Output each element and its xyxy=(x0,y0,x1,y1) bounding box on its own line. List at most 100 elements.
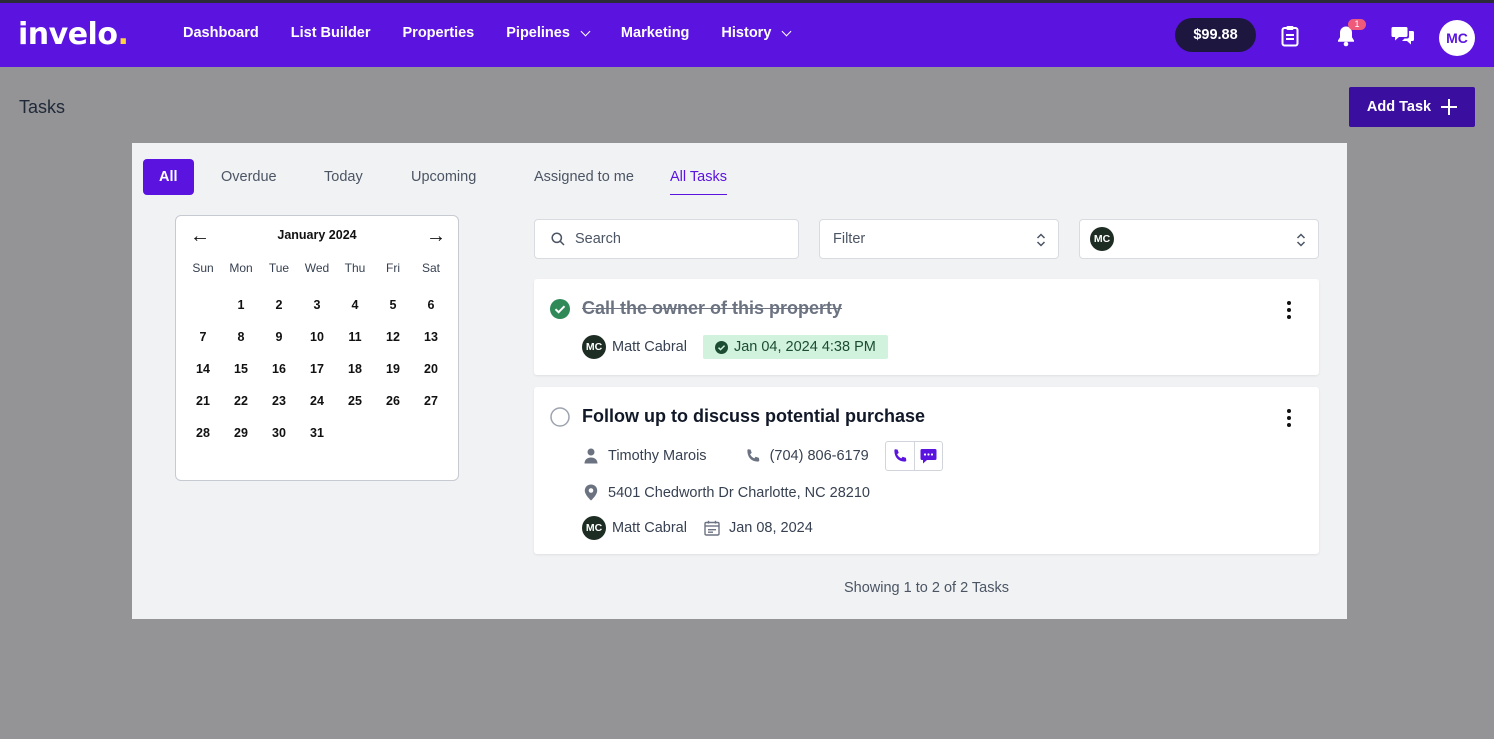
pagination-summary: Showing 1 to 2 of 2 Tasks xyxy=(844,580,1009,596)
task-meta-row: MC Matt Cabral Jan 08, 2024 xyxy=(582,516,813,540)
arrow-right-icon[interactable]: → xyxy=(426,224,446,248)
contact-row: Timothy Marois (704) 806-6179 xyxy=(582,441,943,471)
calendar-day[interactable]: 8 xyxy=(222,324,260,356)
nav-pipelines[interactable]: Pipelines xyxy=(506,25,591,41)
calendar-day[interactable]: 23 xyxy=(260,388,298,420)
assignee-name: Matt Cabral xyxy=(612,339,687,355)
completed-date-badge: Jan 04, 2024 4:38 PM xyxy=(702,335,888,359)
contact-phone[interactable]: (704) 806-6179 xyxy=(770,448,869,464)
calendar-day[interactable]: 20 xyxy=(412,356,450,388)
nav-label: Dashboard xyxy=(183,25,259,41)
check-circle-icon xyxy=(714,340,728,354)
assignee-select[interactable]: MC xyxy=(1079,219,1319,259)
calendar-day[interactable]: 16 xyxy=(260,356,298,388)
account-balance-button[interactable]: $99.88 xyxy=(1175,18,1256,52)
calendar-day[interactable]: 19 xyxy=(374,356,412,388)
clipboard-icon[interactable] xyxy=(1279,25,1301,47)
calendar-day[interactable]: 12 xyxy=(374,324,412,356)
add-task-button[interactable]: Add Task xyxy=(1349,87,1475,127)
phone-icon xyxy=(894,449,907,462)
calendar-day[interactable]: 29 xyxy=(222,420,260,452)
message-icon xyxy=(920,449,937,464)
calendar-day[interactable]: 27 xyxy=(412,388,450,420)
contact-actions xyxy=(884,441,943,471)
calendar-grid: Sun Mon Tue Wed Thu Fri Sat 1 2 3 4 5 6 7 8 9 10 11 12 13 14… xyxy=(184,260,450,452)
nav-label: Pipelines xyxy=(506,25,570,41)
calendar-empty-cell xyxy=(184,292,222,324)
weekday-label: Wed xyxy=(304,261,330,275)
property-address[interactable]: 5401 Chedworth Dr Charlotte, NC 28210 xyxy=(608,485,870,501)
call-button[interactable] xyxy=(886,442,914,470)
calendar-day[interactable]: 26 xyxy=(374,388,412,420)
nav-properties[interactable]: Properties xyxy=(403,25,475,41)
nav-label: History xyxy=(721,25,772,41)
calendar-day[interactable]: 17 xyxy=(298,356,336,388)
weekday-label: Tue xyxy=(268,261,290,275)
calendar-day[interactable]: 7 xyxy=(184,324,222,356)
address-row: 5401 Chedworth Dr Charlotte, NC 28210 xyxy=(582,484,870,501)
empty-circle-icon[interactable] xyxy=(550,407,570,432)
filter-select[interactable]: Filter xyxy=(819,219,1059,259)
calendar-day[interactable]: 24 xyxy=(298,388,336,420)
more-options-icon[interactable] xyxy=(1286,301,1292,319)
calendar-day[interactable]: 28 xyxy=(184,420,222,452)
page-title: Tasks xyxy=(19,97,66,117)
due-date: Jan 08, 2024 xyxy=(728,520,813,536)
tab-overdue[interactable]: Overdue xyxy=(221,159,277,195)
calendar-day[interactable]: 25 xyxy=(336,388,374,420)
calendar-day[interactable]: 2 xyxy=(260,292,298,324)
calendar-day[interactable]: 10 xyxy=(298,324,336,356)
nav-list-builder[interactable]: List Builder xyxy=(291,25,371,41)
task-title[interactable]: Follow up to discuss potential purchase xyxy=(582,406,925,427)
assignee-avatar: MC xyxy=(582,516,606,540)
weekday-label: Thu xyxy=(344,261,366,275)
tab-all[interactable]: All xyxy=(143,159,194,195)
chat-icon[interactable] xyxy=(1391,25,1415,47)
task-meta-row: MC Matt Cabral Jan 04, 2024 4:38 PM xyxy=(582,335,888,359)
nav-marketing[interactable]: Marketing xyxy=(621,25,690,41)
nav-label: List Builder xyxy=(290,25,371,41)
calendar-day[interactable]: 1 xyxy=(222,292,260,324)
main-nav: Dashboard List Builder Properties Pipeli… xyxy=(183,25,822,41)
nav-history[interactable]: History xyxy=(721,25,792,41)
filter-label: Filter xyxy=(833,231,866,247)
nav-label: Marketing xyxy=(620,25,690,41)
calendar-day[interactable]: 11 xyxy=(336,324,374,356)
notification-count-badge: 1 xyxy=(1348,19,1366,30)
tab-today[interactable]: Today xyxy=(324,159,363,195)
task-title[interactable]: Call the owner of this property xyxy=(582,298,842,319)
assignee-name: Matt Cabral xyxy=(612,520,687,536)
weekday-label: Mon xyxy=(229,261,253,275)
check-circle-icon[interactable] xyxy=(550,299,570,324)
more-options-icon[interactable] xyxy=(1286,409,1292,427)
tab-assigned-to-me[interactable]: Assigned to me xyxy=(534,159,634,195)
calendar-day[interactable]: 18 xyxy=(336,356,374,388)
contact-name[interactable]: Timothy Marois xyxy=(608,448,707,464)
calendar-day[interactable]: 13 xyxy=(412,324,450,356)
user-avatar[interactable]: MC xyxy=(1439,20,1475,56)
invelo-logo[interactable]: invelo. xyxy=(18,17,129,52)
calendar-day[interactable]: 31 xyxy=(298,420,336,452)
tab-upcoming[interactable]: Upcoming xyxy=(411,159,476,195)
tasks-panel: All Overdue Today Upcoming Assigned to m… xyxy=(132,143,1347,619)
updown-chevron-icon xyxy=(1296,232,1306,252)
completed-date-text: Jan 04, 2024 4:38 PM xyxy=(733,339,876,355)
tab-all-tasks[interactable]: All Tasks xyxy=(670,159,727,195)
updown-chevron-icon xyxy=(1036,232,1046,252)
calendar-day[interactable]: 21 xyxy=(184,388,222,420)
calendar-day[interactable]: 4 xyxy=(336,292,374,324)
calendar-day[interactable]: 5 xyxy=(374,292,412,324)
sms-button[interactable] xyxy=(913,442,942,470)
calendar-icon xyxy=(704,520,720,536)
calendar-day[interactable]: 14 xyxy=(184,356,222,388)
search-input[interactable]: Search xyxy=(534,219,799,259)
calendar-day[interactable]: 9 xyxy=(260,324,298,356)
calendar-day[interactable]: 30 xyxy=(260,420,298,452)
calendar-day[interactable]: 6 xyxy=(412,292,450,324)
chevron-down-icon xyxy=(580,26,591,36)
nav-dashboard[interactable]: Dashboard xyxy=(183,25,259,41)
search-placeholder: Search xyxy=(575,231,621,247)
calendar-day[interactable]: 3 xyxy=(298,292,336,324)
calendar-day[interactable]: 15 xyxy=(222,356,260,388)
calendar-day[interactable]: 22 xyxy=(222,388,260,420)
